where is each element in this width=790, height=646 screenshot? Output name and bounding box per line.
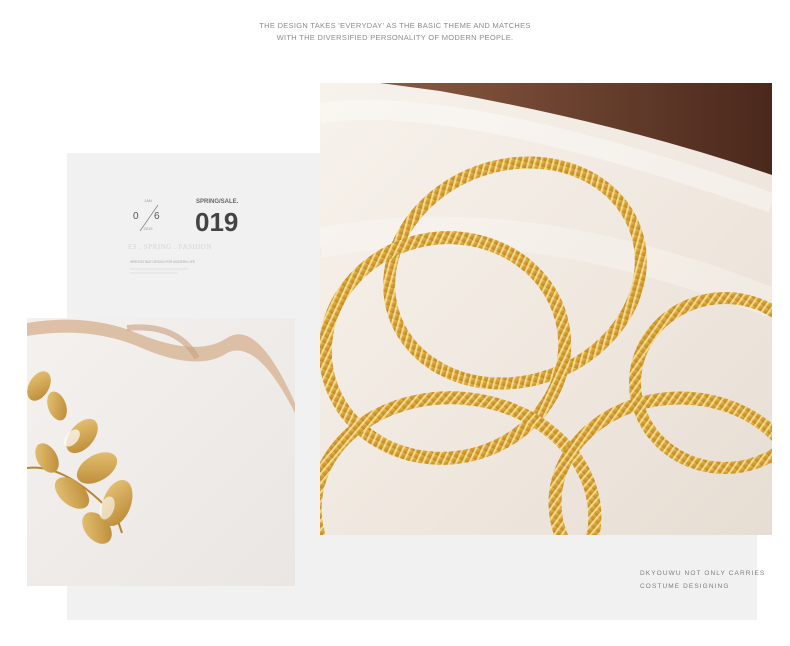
ribbon-leaves-photo <box>27 318 295 586</box>
caption-line-1: DKYOUWU NOT ONLY CARRIES <box>640 570 766 577</box>
tagline-line-1: THE DESIGN TAKES 'EVERYDAY' AS THE BASIC… <box>259 21 531 30</box>
stamp-year: 2019 <box>144 226 154 231</box>
tagline-line-2: WITH THE DIVERSIFIED PERSONALITY OF MODE… <box>276 33 514 42</box>
stamp-number: 019 <box>195 207 238 237</box>
stamp-subtitle: ES . SPRING . FASHION <box>128 243 212 251</box>
stamp-small-text: IRRESISTIBLE DESIGN FOR MODERN LIFE <box>130 260 195 264</box>
caption-line-2: COSTUME DESIGNING <box>640 583 730 590</box>
bangles-photo <box>320 83 772 535</box>
stamp-day-right: 6 <box>154 211 160 222</box>
date-stamp: JAN 0 6 2019 SPRING/SALE. 019 ES . SPRIN… <box>128 198 239 274</box>
stamp-day-left: 0 <box>133 211 139 222</box>
brand-caption: DKYOUWU NOT ONLY CARRIES COSTUME DESIGNI… <box>640 567 765 593</box>
stamp-spring-sale: SPRING/SALE. <box>196 199 239 205</box>
header-tagline: THE DESIGN TAKES 'EVERYDAY' AS THE BASIC… <box>0 20 790 44</box>
stamp-month: JAN <box>144 198 152 203</box>
